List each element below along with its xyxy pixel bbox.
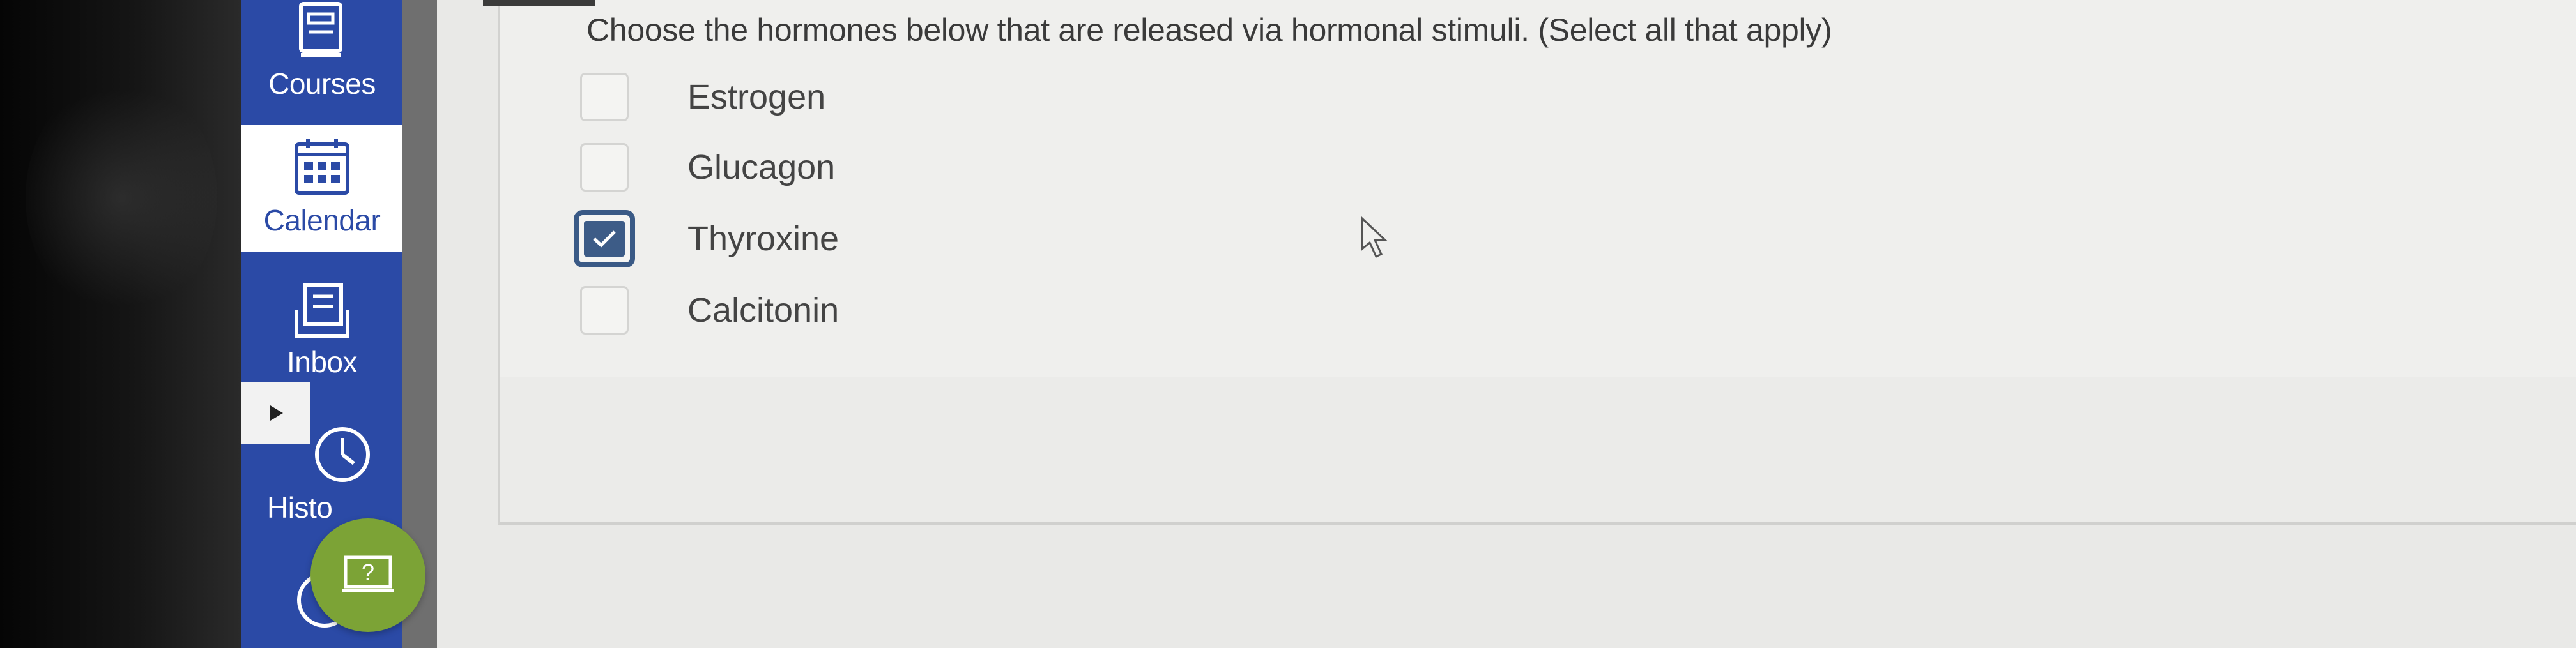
answer-label: Glucagon [687, 148, 836, 186]
help-screen-icon: ? [342, 555, 394, 592]
top-tab-indicator [483, 0, 595, 6]
history-icon [315, 427, 370, 482]
photo-background [0, 0, 241, 648]
checkbox-fill [584, 221, 625, 257]
collapse-nav-button[interactable] [241, 382, 310, 444]
answer-option-glucagon[interactable]: Glucagon [580, 142, 835, 193]
answer-option-calcitonin[interactable]: Calcitonin [580, 285, 839, 336]
inbox-icon [295, 283, 349, 338]
nav-label-inbox: Inbox [286, 345, 358, 379]
nav-item-inbox[interactable]: Inbox [241, 281, 402, 396]
answer-checkbox-checked[interactable] [574, 210, 635, 267]
courses-icon [299, 2, 342, 57]
card-footer-area [500, 377, 2576, 522]
checkmark-icon [593, 230, 616, 248]
answer-checkbox[interactable] [580, 73, 629, 121]
answer-label: Calcitonin [687, 291, 839, 329]
answer-checkbox[interactable] [580, 143, 629, 192]
caret-right-icon [270, 405, 283, 421]
nav-item-courses[interactable]: Courses [241, 0, 402, 109]
mouse-cursor-icon [1361, 216, 1388, 259]
answer-option-estrogen[interactable]: Estrogen [580, 72, 825, 123]
nav-label-courses: Courses [268, 67, 376, 100]
answer-label: Estrogen [687, 78, 826, 116]
help-button[interactable]: ? [310, 518, 425, 632]
nav-label-calendar: Calendar [263, 204, 381, 237]
answer-label: Thyroxine [687, 220, 839, 258]
question-prompt: Choose the hormones below that are relea… [586, 12, 1832, 48]
answer-option-thyroxine[interactable]: Thyroxine [574, 210, 839, 267]
help-glyph: ? [362, 559, 374, 585]
background-glow [26, 77, 217, 319]
answer-checkbox[interactable] [580, 286, 629, 335]
calendar-icon [295, 139, 349, 195]
nav-item-calendar[interactable]: Calendar [241, 125, 402, 252]
